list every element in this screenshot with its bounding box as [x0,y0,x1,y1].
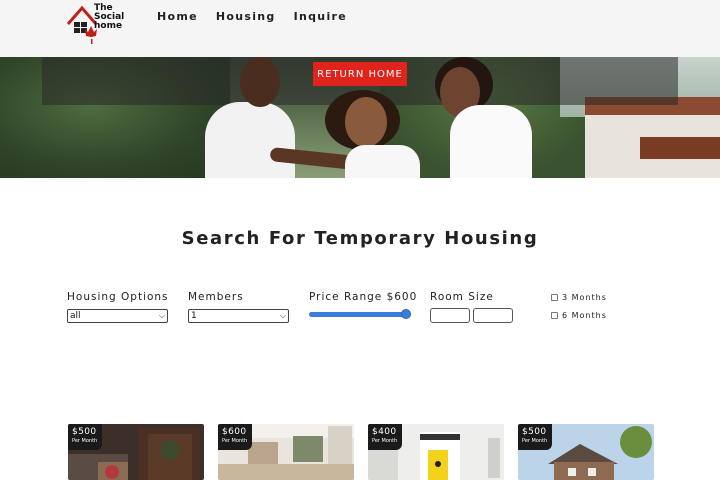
chevron-down-icon: ⌵ [158,311,165,320]
price-tag: $400 Per Month [368,424,402,450]
price-tag: $600 Per Month [218,424,252,450]
members-filter: Members 1 ⌵ [188,291,289,323]
listing-period: Per Month [222,438,248,444]
price-tag: $500 Per Month [518,424,552,450]
hero-person-child [345,145,420,178]
listing-card[interactable]: $600 Per Month [218,424,354,480]
duration-6-months-label: 6 Months [562,311,607,320]
hero-person-child-head [345,97,387,147]
housing-options-label: Housing Options [67,291,169,303]
housing-options-filter: Housing Options all ⌵ [67,291,169,323]
listing-price: $500 [522,427,547,437]
main-nav: Home Housing Inquire [157,10,347,23]
hero-person-mother [450,105,532,178]
page-title: Search For Temporary Housing [181,228,539,249]
site-header: The Social home Home Housing Inquire [0,0,720,57]
duration-3-months-checkbox[interactable] [551,294,558,301]
hero-person-father [205,102,295,178]
listing-period: Per Month [72,438,98,444]
members-value: 1 [191,311,197,321]
hero-person-father-head [240,57,280,107]
housing-options-value: all [70,311,81,321]
room-size-min-input[interactable] [430,308,470,323]
room-size-max-input[interactable] [473,308,513,323]
price-range-filter: Price Range $600 [309,291,418,319]
room-size-filter: Room Size [430,291,513,323]
price-range-label: Price Range $600 [309,291,418,303]
nav-home-link[interactable]: Home [157,10,198,23]
listing-period: Per Month [522,438,548,444]
housing-options-select[interactable]: all ⌵ [67,309,168,323]
listing-price: $400 [372,427,397,437]
price-tag: $500 Per Month [68,424,102,450]
duration-3-months-label: 3 Months [562,293,607,302]
members-select[interactable]: 1 ⌵ [188,309,289,323]
logo-word-3: home [94,21,123,31]
listing-card[interactable]: $500 Per Month [518,424,654,480]
logo-wordmark: The Social home [94,4,124,31]
duration-6-months-checkbox[interactable] [551,312,558,319]
listing-price: $600 [222,427,247,437]
listing-card[interactable]: $400 Per Month [368,424,504,480]
chevron-down-icon: ⌵ [279,311,286,320]
listing-period: Per Month [372,438,398,444]
listing-card[interactable]: $500 Per Month [68,424,204,480]
room-size-label: Room Size [430,291,494,303]
return-home-button[interactable]: RETURN HOME [313,62,407,86]
listing-price: $500 [72,427,97,437]
price-range-slider-thumb[interactable] [400,309,411,319]
nav-inquire-link[interactable]: Inquire [294,10,347,23]
price-range-slider-track[interactable] [309,312,410,317]
nav-housing-link[interactable]: Housing [216,10,276,23]
duration-3-months-option[interactable]: 3 Months [551,293,607,302]
hero-house [585,97,720,178]
members-label: Members [188,291,244,303]
duration-6-months-option[interactable]: 6 Months [551,311,607,320]
